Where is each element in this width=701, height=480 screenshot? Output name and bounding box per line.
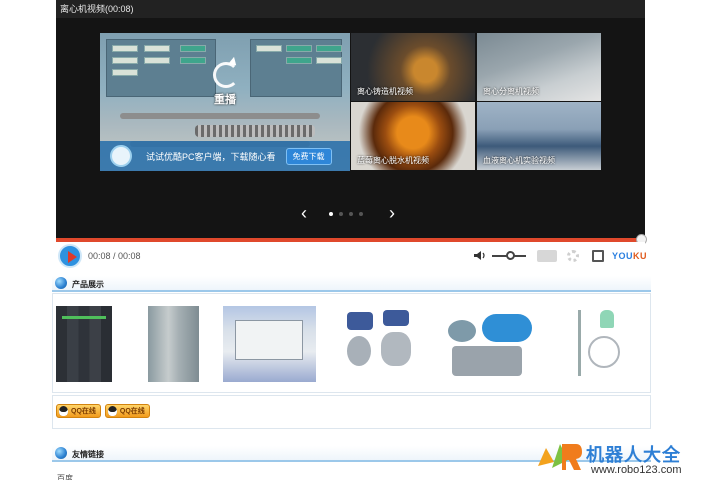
related-video-caption: 离心分离机视频 <box>483 87 539 96</box>
related-video-caption: 离心铸造机视频 <box>357 87 413 96</box>
qq-contact-row: QQ在线 QQ在线 <box>56 404 150 418</box>
qq-contact-button[interactable]: QQ在线 <box>56 404 101 418</box>
video-title: 离心机视频(00:08) <box>56 0 645 18</box>
quality-button[interactable] <box>537 250 557 262</box>
youku-client-icon <box>110 145 132 167</box>
related-video-1[interactable]: 离心铸造机视频 <box>351 33 475 101</box>
youku-logo: YOUKU <box>612 251 647 261</box>
related-video-2[interactable]: 离心分离机视频 <box>477 33 601 101</box>
carousel-dot[interactable] <box>359 212 363 216</box>
volume-handle[interactable] <box>506 251 515 260</box>
robot-logo-icon <box>538 444 582 470</box>
qq-penguin-icon <box>107 406 117 416</box>
free-download-button[interactable]: 免费下载 <box>285 147 332 165</box>
product-controller-box[interactable] <box>223 306 316 382</box>
volume-icon[interactable] <box>474 250 486 261</box>
player-controls: 00:08 / 00:08 YOUKU <box>56 242 647 270</box>
fullscreen-icon[interactable] <box>592 250 604 262</box>
settings-icon[interactable] <box>567 250 579 262</box>
product-pressure-transmitter[interactable] <box>442 306 536 382</box>
globe-icon <box>55 277 67 289</box>
qq-button-label: QQ在线 <box>119 408 145 415</box>
carousel-dots[interactable] <box>329 212 363 216</box>
carousel-dot[interactable] <box>329 212 333 216</box>
carousel-next-button[interactable]: › <box>389 204 395 222</box>
products-header: 产品展示 <box>52 276 651 292</box>
related-video-caption: 血液离心机实验视频 <box>483 156 555 165</box>
products-heading: 产品展示 <box>72 280 104 289</box>
play-button[interactable] <box>58 244 82 268</box>
video-player[interactable]: 离心机视频(00:08) 重播 试试优酷PC客户端，下载随心看 免费下载 离心铸… <box>56 0 647 268</box>
product-electrical-cabinet[interactable] <box>148 306 199 382</box>
friend-link-baidu[interactable]: 百度 <box>57 473 73 480</box>
related-video-caption: 蓝莓离心脱水机视频 <box>357 156 429 165</box>
links-heading: 友情链接 <box>72 450 104 459</box>
youku-logo-ku: KU <box>633 251 648 261</box>
replay-label[interactable]: 重播 <box>214 91 236 107</box>
watermark-url: www.robo123.com <box>591 464 682 476</box>
carousel-dot[interactable] <box>339 212 343 216</box>
qq-button-label: QQ在线 <box>71 408 96 415</box>
carousel-prev-button[interactable]: ‹ <box>301 204 307 222</box>
product-level-gauge[interactable] <box>566 306 628 382</box>
globe-icon <box>55 447 67 459</box>
product-plc-module[interactable] <box>56 306 112 382</box>
related-video-3[interactable]: 蓝莓离心脱水机视频 <box>351 102 475 170</box>
qq-penguin-icon <box>59 406 68 416</box>
pc-banner-text: 试试优酷PC客户端，下载随心看 <box>146 151 276 162</box>
youku-logo-you: YOU <box>612 251 634 261</box>
video-screen[interactable]: 重播 试试优酷PC客户端，下载随心看 免费下载 离心铸造机视频 离心分离机视频 … <box>56 18 645 238</box>
time-display: 00:08 / 00:08 <box>88 251 141 261</box>
product-control-valve[interactable] <box>339 306 419 382</box>
carousel-dot[interactable] <box>349 212 353 216</box>
pc-client-banner[interactable]: 试试优酷PC客户端，下载随心看 免费下载 <box>100 141 350 171</box>
qq-contact-button[interactable]: QQ在线 <box>104 404 150 418</box>
related-video-4[interactable]: 血液离心机实验视频 <box>477 102 601 170</box>
